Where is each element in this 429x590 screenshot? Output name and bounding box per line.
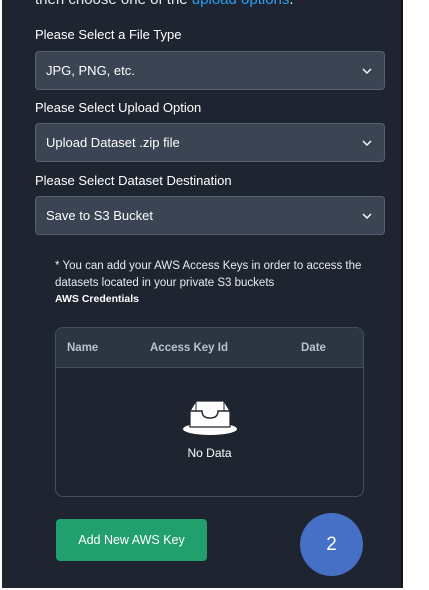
destination-label: Please Select Dataset Destination	[35, 173, 232, 188]
table-header: Name Access Key Id Date	[56, 328, 363, 368]
empty-inbox-icon	[183, 400, 237, 435]
instruction-text: then choose one of the upload options.	[35, 0, 294, 8]
file-type-label: Please Select a File Type	[35, 27, 182, 42]
chevron-down-icon	[362, 68, 372, 74]
file-type-select[interactable]: JPG, PNG, etc.	[35, 51, 385, 90]
chevron-down-icon	[362, 213, 372, 219]
upload-options-link[interactable]: upload options	[192, 0, 290, 8]
empty-state-text: No Data	[187, 446, 232, 460]
aws-credentials-table: Name Access Key Id Date No Data	[55, 327, 364, 497]
upload-panel: then choose one of the upload options. P…	[2, 0, 403, 588]
upload-option-value: Upload Dataset .zip file	[46, 135, 180, 150]
aws-keys-note: * You can add your AWS Access Keys in or…	[55, 260, 362, 289]
aws-credentials-title: AWS Credentials	[55, 293, 140, 305]
column-header-name: Name	[67, 342, 99, 354]
destination-select[interactable]: Save to S3 Bucket	[35, 196, 385, 235]
upload-option-label: Please Select Upload Option	[35, 100, 202, 115]
instruction-text-suffix: .	[289, 0, 293, 8]
column-header-date: Date	[301, 342, 326, 354]
add-aws-key-button[interactable]: Add New AWS Key	[56, 519, 207, 561]
column-header-access-key-id: Access Key Id	[150, 342, 228, 354]
step-number-badge: 2	[300, 513, 363, 576]
destination-value: Save to S3 Bucket	[46, 208, 153, 223]
instruction-text-prefix: then choose one of the	[35, 0, 192, 8]
chevron-down-icon	[362, 140, 372, 146]
upload-option-select[interactable]: Upload Dataset .zip file	[35, 123, 385, 162]
file-type-value: JPG, PNG, etc.	[46, 63, 135, 78]
